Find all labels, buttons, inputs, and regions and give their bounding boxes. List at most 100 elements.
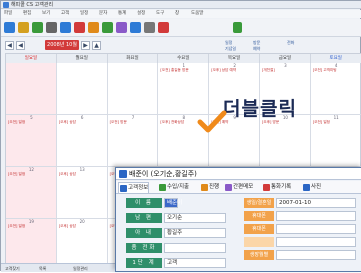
toolbar (1, 19, 361, 37)
calendar-event[interactable]: [개천절] (260, 68, 310, 73)
tab-photo[interactable]: 사진 (302, 182, 321, 193)
tab-label: 진행 (209, 184, 220, 190)
calendar-event[interactable]: [오전] 방문 (108, 120, 158, 125)
legend-item[interactable]: 방문 (253, 40, 260, 45)
calendar-day-cell[interactable]: 6 [오후] 상담 (56, 115, 108, 167)
menu-item[interactable]: 문자 (99, 10, 107, 18)
calendar-day-cell[interactable] (6, 63, 57, 115)
bottom-bar-item[interactable]: 목록 (39, 264, 46, 273)
memo-icon (225, 184, 232, 191)
field-input[interactable] (276, 237, 356, 247)
calendar-day-cell[interactable]: 13 [오후] 상담 (56, 167, 108, 219)
menu-item[interactable]: 창 (175, 10, 179, 18)
field-label: 1단 계 (126, 258, 162, 268)
bottom-bar-item[interactable]: 일정관리 (73, 264, 88, 273)
prev-month-button[interactable]: ◀ (16, 41, 25, 50)
tab-progress[interactable]: 진행 (200, 182, 219, 193)
calendar-event[interactable]: [오전] 일정 (311, 120, 361, 125)
field-input[interactable]: 오기순 (164, 213, 226, 223)
field-row: 이 름 배준이 (126, 198, 228, 209)
save-icon[interactable] (32, 22, 43, 33)
sms-icon[interactable] (88, 22, 99, 33)
field-row: 좀 전화 (126, 243, 228, 254)
menu-item[interactable]: 편집 (23, 10, 31, 18)
menu-item[interactable]: 일정 (80, 10, 88, 18)
tab-money[interactable]: 수입/지출 (158, 182, 189, 193)
tab-label: 수입/지출 (167, 184, 190, 190)
weekday-header: 수요일 (158, 54, 210, 63)
field-input[interactable]: 고객 (164, 258, 226, 268)
dialog-tabs: 고객정보 수입/지출 진행 간편메모 통화기록 사진 (116, 181, 361, 194)
calendar-day-cell[interactable] (107, 63, 159, 115)
right-field-row (244, 237, 358, 248)
calendar-event[interactable]: [오전] 일정 (6, 172, 56, 177)
prev-year-button[interactable]: ◀ (5, 41, 14, 50)
settings-icon[interactable] (144, 22, 155, 33)
right-field-row: 휴대폰 (244, 224, 358, 235)
legend-item[interactable]: 기념일 (225, 46, 236, 51)
calendar-event[interactable]: [오전] 고객미팅 (311, 68, 361, 73)
menu-item[interactable]: 파일 (4, 10, 12, 18)
info-icon (120, 185, 127, 192)
field-input[interactable] (276, 224, 356, 234)
tab-memo[interactable]: 간편메모 (224, 182, 253, 193)
calendar-day-cell[interactable] (56, 63, 108, 115)
next-month-button[interactable]: ▶ (81, 41, 90, 50)
bottom-bar-item[interactable]: 고객찾기 (5, 264, 20, 273)
calendar-day-cell[interactable]: 12 [오전] 일정 (6, 167, 57, 219)
field-input[interactable]: 황길주 (164, 228, 226, 238)
tab-info[interactable]: 고객정보 (118, 182, 150, 193)
stats-icon[interactable] (130, 22, 141, 33)
tab-label: 간편메모 (233, 184, 254, 190)
calendar-nav: ◀ ◀ 2008년 10월 ▶ ▲ 일정 기념일 방문 예약 전화 (1, 38, 361, 52)
field-input[interactable] (276, 211, 356, 221)
legend-item[interactable]: 일정 (225, 40, 232, 45)
calendar-icon[interactable] (74, 22, 85, 33)
tab-phone[interactable]: 통화기록 (262, 182, 291, 193)
calendar-day-cell[interactable]: 1 [오전] 홍길동 방문 (158, 63, 210, 115)
field-row: 1단 계 고객 (126, 258, 228, 269)
help-icon[interactable] (158, 22, 169, 33)
customer-dialog: 배준이 (오기순,황길주) 고객정보 수입/지출 진행 간편메모 통화기록 사진 이 름배… (115, 167, 361, 272)
memo-icon[interactable] (116, 22, 127, 33)
menu-item[interactable]: 설정 (137, 10, 145, 18)
calendar-day-cell[interactable]: 5 [오전] 일정 (6, 115, 57, 167)
calendar-event[interactable]: [오후] 상담 (57, 120, 107, 125)
calendar-event[interactable]: [오후] 상담 예약 (209, 68, 259, 73)
calendar-day-cell[interactable]: 11 [오전] 일정 (310, 115, 361, 167)
today-button[interactable]: ▲ (92, 41, 101, 50)
calendar-day-cell[interactable]: 10 [오후] 방문 (260, 115, 311, 167)
customer-icon[interactable] (60, 22, 71, 33)
dialog-icon (119, 170, 127, 178)
field-input[interactable] (276, 250, 356, 260)
field-row: 아 내 황길주 (126, 228, 228, 239)
field-label: 휴대폰 (244, 211, 274, 221)
month-label[interactable]: 2008년 10월 (45, 40, 79, 50)
right-field-row: 생장월별 (244, 250, 358, 261)
legend-item[interactable]: 전화 (287, 40, 294, 45)
menu-item[interactable]: 도움말 (191, 10, 203, 18)
field-label: 휴대폰 (244, 224, 274, 234)
calendar-day-cell[interactable]: 7 [오전] 방문 (107, 115, 159, 167)
menu-item[interactable]: 도구 (156, 10, 164, 18)
field-input[interactable] (164, 243, 226, 253)
print-icon[interactable] (46, 22, 57, 33)
legend-item[interactable]: 예약 (253, 46, 260, 51)
new-icon[interactable] (4, 22, 15, 33)
calendar-event[interactable]: [오후] 상담 (57, 224, 107, 229)
calendar-event[interactable]: [오후] 상담 (57, 172, 107, 177)
open-icon[interactable] (18, 22, 29, 33)
call-icon[interactable] (102, 22, 113, 33)
calendar-day-cell[interactable]: 4 [오전] 고객미팅 (310, 63, 361, 115)
field-label: 생장월별 (244, 250, 274, 260)
calendar-view-icon[interactable] (233, 22, 242, 33)
field-input[interactable]: 2007-01-10 (276, 198, 356, 208)
menu-item[interactable]: 고객 (61, 10, 69, 18)
menu-item[interactable]: 통계 (118, 10, 126, 18)
calendar-event[interactable]: [오전] 홍길동 방문 (158, 68, 208, 73)
menu-item[interactable]: 보기 (42, 10, 50, 18)
field-input[interactable]: 배준이 (164, 198, 182, 208)
calendar-event[interactable]: [오전] 일정 (6, 224, 56, 229)
weekday-header: 토요일 (310, 54, 361, 63)
calendar-event[interactable]: [오전] 일정 (6, 120, 56, 125)
